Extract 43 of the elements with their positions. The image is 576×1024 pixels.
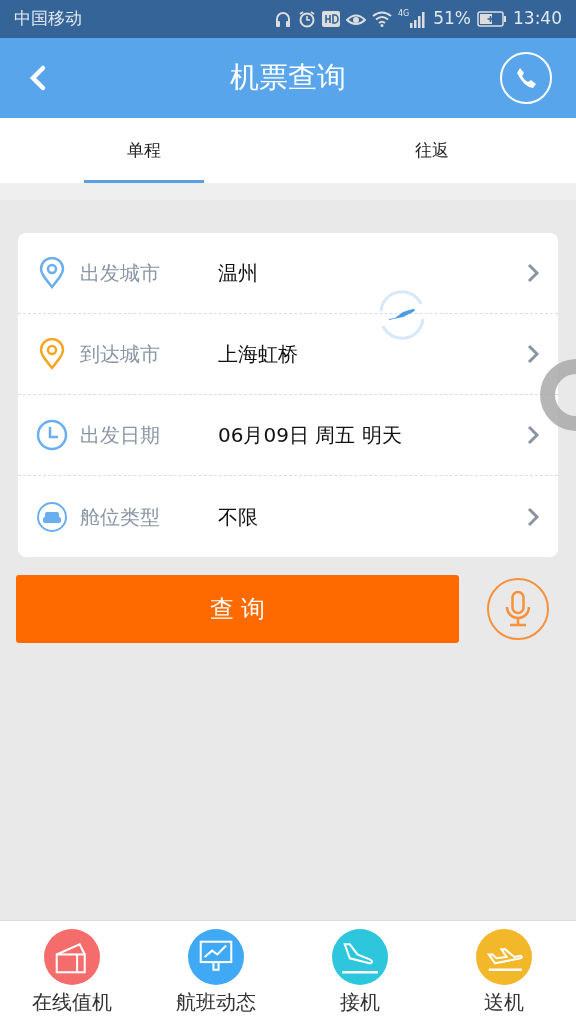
battery-percent: 51% bbox=[433, 7, 471, 31]
field-value: 温州 bbox=[218, 260, 258, 287]
ticket-icon[interactable] bbox=[44, 929, 100, 985]
back-icon[interactable] bbox=[28, 64, 48, 92]
nav-label[interactable]: 航班动态 bbox=[176, 987, 256, 1017]
signal-icon bbox=[409, 10, 428, 28]
form-row[interactable]: 出发城市 温州 bbox=[18, 233, 558, 314]
phone-button[interactable] bbox=[500, 52, 552, 104]
chevron-right-icon bbox=[526, 343, 540, 365]
wifi-icon bbox=[371, 11, 392, 27]
field-label: 出发城市 bbox=[80, 260, 161, 287]
location-pin-icon bbox=[39, 257, 65, 289]
nav-label[interactable]: 送机 bbox=[484, 987, 524, 1017]
microphone-icon bbox=[504, 591, 532, 627]
location-pin-icon bbox=[39, 338, 65, 370]
carrier-name: 中国移动 bbox=[14, 7, 82, 31]
form-row[interactable]: 舱位类型 不限 bbox=[18, 476, 558, 557]
field-label: 到达城市 bbox=[80, 341, 161, 368]
chevron-right-icon bbox=[526, 424, 540, 446]
clock-time: 13:40 bbox=[513, 7, 562, 31]
phone-icon bbox=[514, 66, 538, 90]
field-label: 出发日期 bbox=[80, 422, 161, 449]
landing-plane-icon[interactable] bbox=[332, 929, 388, 985]
seat-icon bbox=[36, 500, 68, 533]
nav-label[interactable]: 在线值机 bbox=[32, 987, 112, 1017]
battery-icon bbox=[477, 11, 507, 27]
takeoff-plane-icon[interactable] bbox=[476, 929, 532, 985]
nav-label[interactable]: 接机 bbox=[340, 987, 380, 1017]
chart-board-icon[interactable] bbox=[188, 929, 244, 985]
clock-icon bbox=[36, 419, 68, 451]
chevron-right-icon bbox=[526, 262, 540, 284]
field-label: 舱位类型 bbox=[80, 503, 161, 531]
field-value: 不限 bbox=[218, 503, 258, 531]
field-value: 06月09日 周五 明天 bbox=[218, 422, 402, 449]
microphone-button[interactable] bbox=[487, 578, 549, 640]
network-label: 4G bbox=[397, 10, 410, 18]
headphones-icon bbox=[273, 10, 292, 28]
page-title: 机票查询 bbox=[230, 59, 346, 97]
tab[interactable]: 往返 bbox=[375, 118, 489, 183]
alarm-icon bbox=[297, 10, 316, 28]
field-value: 上海虹桥 bbox=[218, 341, 298, 368]
chevron-right-icon bbox=[526, 505, 540, 528]
hd-icon bbox=[321, 11, 340, 27]
